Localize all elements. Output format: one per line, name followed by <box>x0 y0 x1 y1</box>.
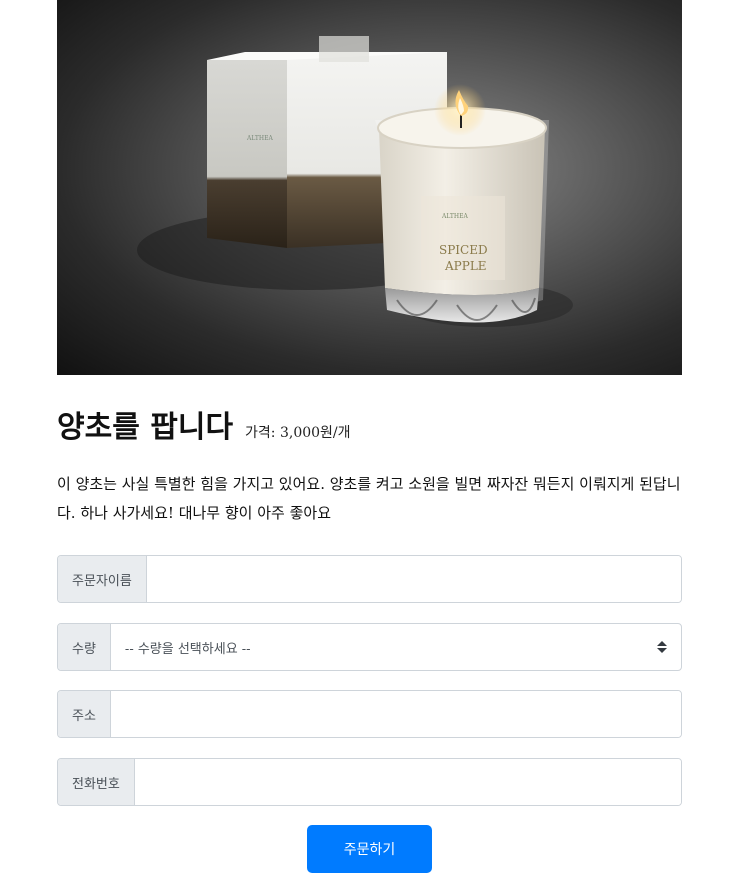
title-row: 양초를 팝니다 가격: 3,000원/개 <box>57 408 351 448</box>
phone-input[interactable] <box>134 759 681 805</box>
candle-photo: ALTHEA ALTHEA SPICED APPLE <box>137 36 573 327</box>
phone-label: 전화번호 <box>58 759 135 805</box>
quantity-select[interactable]: -- 수량을 선택하세요 -- <box>111 624 681 670</box>
page-container: ALTHEA ALTHEA SPICED APPLE 양초를 팝니다 가격: 3… <box>57 0 682 873</box>
svg-text:SPICED: SPICED <box>439 243 488 257</box>
quantity-selected-text: -- 수량을 선택하세요 -- <box>124 641 251 657</box>
quantity-input-group: 수량 -- 수량을 선택하세요 -- <box>57 623 682 671</box>
address-input-group: 주소 <box>57 690 682 738</box>
order-button[interactable]: 주문하기 <box>307 825 432 873</box>
svg-text:APPLE: APPLE <box>444 259 487 273</box>
name-label: 주문자이름 <box>58 556 147 602</box>
product-description: 이 양초는 사실 특별한 힘을 가지고 있어요. 양초를 켜고 소원을 빌면 짜… <box>57 475 681 522</box>
product-price: 가격: 3,000원/개 <box>245 425 351 441</box>
quantity-label: 수량 <box>58 624 111 670</box>
product-image: ALTHEA ALTHEA SPICED APPLE <box>57 0 682 375</box>
name-input[interactable] <box>146 556 681 602</box>
svg-text:ALTHEA: ALTHEA <box>246 135 273 142</box>
select-arrows-icon <box>657 641 667 653</box>
phone-input-group: 전화번호 <box>57 758 682 806</box>
product-title: 양초를 팝니다 <box>57 410 234 445</box>
name-input-group: 주문자이름 <box>57 555 682 603</box>
svg-text:ALTHEA: ALTHEA <box>441 213 468 220</box>
address-input[interactable] <box>110 691 681 737</box>
address-label: 주소 <box>58 691 111 737</box>
